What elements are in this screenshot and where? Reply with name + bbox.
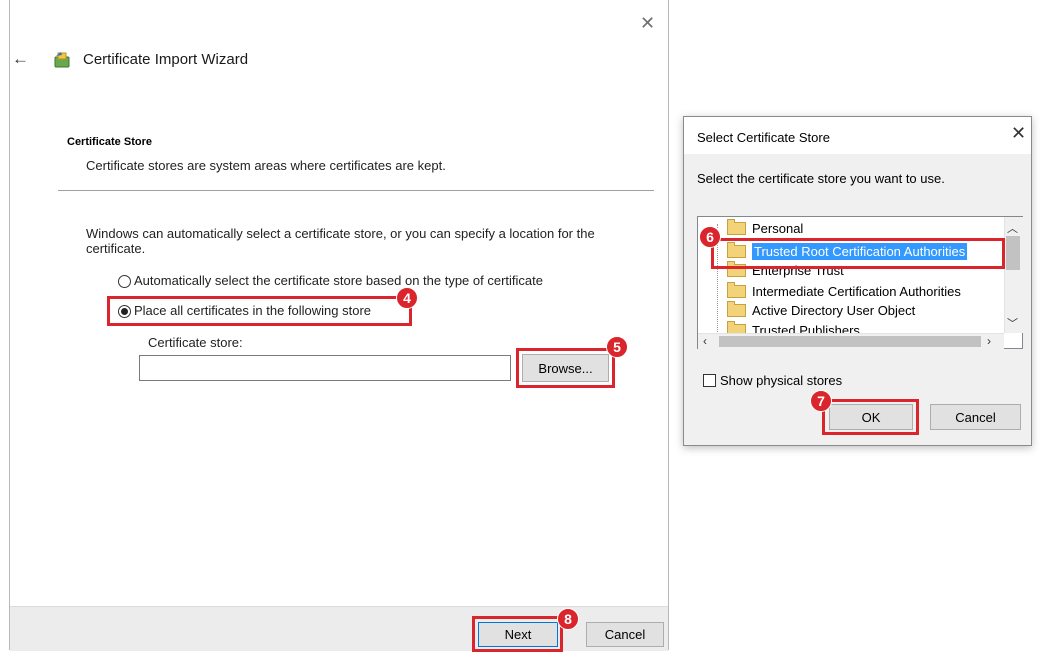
chevron-left-icon[interactable]: ‹ — [703, 334, 707, 348]
tree-item-intermediate[interactable]: Intermediate Certification Authorities — [727, 281, 961, 299]
folder-icon — [727, 241, 746, 258]
dialog-cancel-button[interactable]: Cancel — [930, 404, 1021, 430]
step-badge-8: 8 — [557, 608, 579, 630]
next-button[interactable]: Next — [478, 622, 558, 647]
tree-item-enterprise-trust[interactable]: Enterprise Trust — [727, 260, 844, 278]
folder-icon — [727, 260, 746, 277]
step-badge-4: 4 — [396, 287, 418, 309]
cancel-button[interactable]: Cancel — [586, 622, 664, 647]
tree-item-label: Active Directory User Object — [752, 302, 916, 318]
ok-button[interactable]: OK — [829, 404, 913, 430]
tree-item-trusted-root[interactable]: Trusted Root Certification Authorities — [727, 241, 968, 260]
intro-text: Windows can automatically select a certi… — [86, 226, 595, 256]
tree-item-label: Trusted Root Certification Authorities — [752, 242, 968, 260]
vertical-scroll-thumb[interactable] — [1006, 236, 1020, 270]
radio-place-in-store[interactable] — [118, 305, 131, 318]
show-physical-stores-checkbox[interactable] — [703, 374, 716, 387]
show-physical-stores-label[interactable]: Show physical stores — [720, 373, 842, 388]
certificate-store-input[interactable] — [139, 355, 511, 381]
chevron-right-icon[interactable]: › — [987, 334, 991, 348]
tree-item-label: Enterprise Trust — [752, 262, 844, 278]
step-badge-6: 6 — [699, 226, 721, 248]
dialog-title: Select Certificate Store — [697, 130, 830, 145]
tree-item-personal[interactable]: Personal — [727, 218, 804, 236]
chevron-up-icon[interactable]: ︿ — [1007, 220, 1018, 236]
certificate-wizard-icon — [54, 52, 70, 68]
certificate-import-wizard-window — [9, 0, 669, 650]
folder-icon — [727, 218, 746, 235]
browse-button[interactable]: Browse... — [522, 354, 609, 382]
folder-icon — [727, 281, 746, 298]
tree-item-label: Intermediate Certification Authorities — [752, 283, 961, 299]
tree-item-label: Personal — [752, 220, 804, 236]
section-title: Certificate Store — [67, 136, 152, 148]
close-icon[interactable]: ✕ — [640, 14, 655, 32]
horizontal-scroll-thumb[interactable] — [719, 336, 981, 347]
radio-place-in-store-label[interactable]: Place all certificates in the following … — [134, 303, 371, 318]
dialog-prompt: Select the certificate store you want to… — [697, 171, 945, 186]
tree-item-active-directory[interactable]: Active Directory User Object — [727, 300, 916, 318]
radio-auto-select-label[interactable]: Automatically select the certificate sto… — [134, 273, 543, 288]
chevron-down-icon[interactable]: ﹀ — [1007, 315, 1018, 331]
certificate-store-label: Certificate store: — [148, 335, 243, 350]
folder-icon — [727, 300, 746, 317]
wizard-title: Certificate Import Wizard — [83, 51, 249, 68]
back-arrow-icon[interactable]: ← — [12, 50, 29, 67]
step-badge-7: 7 — [810, 390, 832, 412]
dialog-close-icon[interactable]: ✕ — [1011, 124, 1026, 142]
section-description: Certificate stores are system areas wher… — [86, 158, 446, 173]
step-badge-5: 5 — [606, 336, 628, 358]
section-divider — [58, 190, 654, 191]
radio-auto-select[interactable] — [118, 275, 131, 288]
